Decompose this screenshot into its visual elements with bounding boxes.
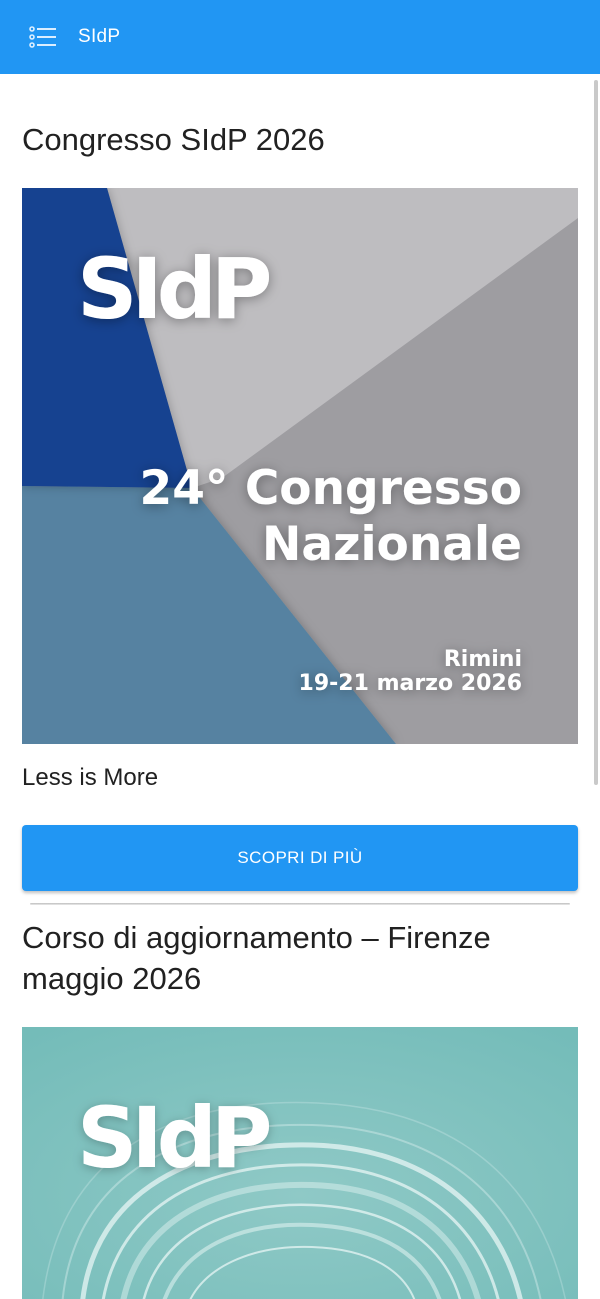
congress-banner-graphic: SIdP 24° Congresso Nazionale Rimini 19-2… (22, 188, 578, 744)
congress-banner-image[interactable]: SIdP 24° Congresso Nazionale Rimini 19-2… (22, 188, 578, 744)
divider (30, 903, 570, 905)
app-bar: SIdP (0, 0, 600, 74)
post-title[interactable]: Corso di aggiornamento – Firenze maggio … (22, 917, 562, 999)
banner-dates: 19-21 marzo 2026 (299, 671, 522, 696)
course-banner-image[interactable]: SIdP (22, 1027, 578, 1299)
course-banner-graphic: SIdP (22, 1027, 578, 1299)
post-title[interactable]: Congresso SIdP 2026 (22, 119, 562, 160)
banner-headline-line1: 24° Congresso (140, 461, 522, 516)
banner-location: Rimini (444, 647, 522, 672)
discover-more-button[interactable]: SCOPRI DI PIÙ (22, 825, 578, 891)
svg-text:SIdP: SIdP (77, 1089, 270, 1187)
banner-headline-line2: Nazionale (262, 517, 522, 572)
post-subtitle: Less is More (22, 764, 159, 791)
list-menu-icon (29, 26, 56, 48)
app-title: SIdP (78, 26, 121, 47)
sidp-logo: SIdP (77, 1089, 276, 1187)
svg-text:SIdP: SIdP (77, 240, 270, 338)
news-feed: Congresso SIdP 2026 SIdP 24° Congresso N… (0, 74, 600, 1299)
menu-button[interactable] (23, 17, 63, 57)
sidp-logo: SIdP (77, 240, 276, 338)
